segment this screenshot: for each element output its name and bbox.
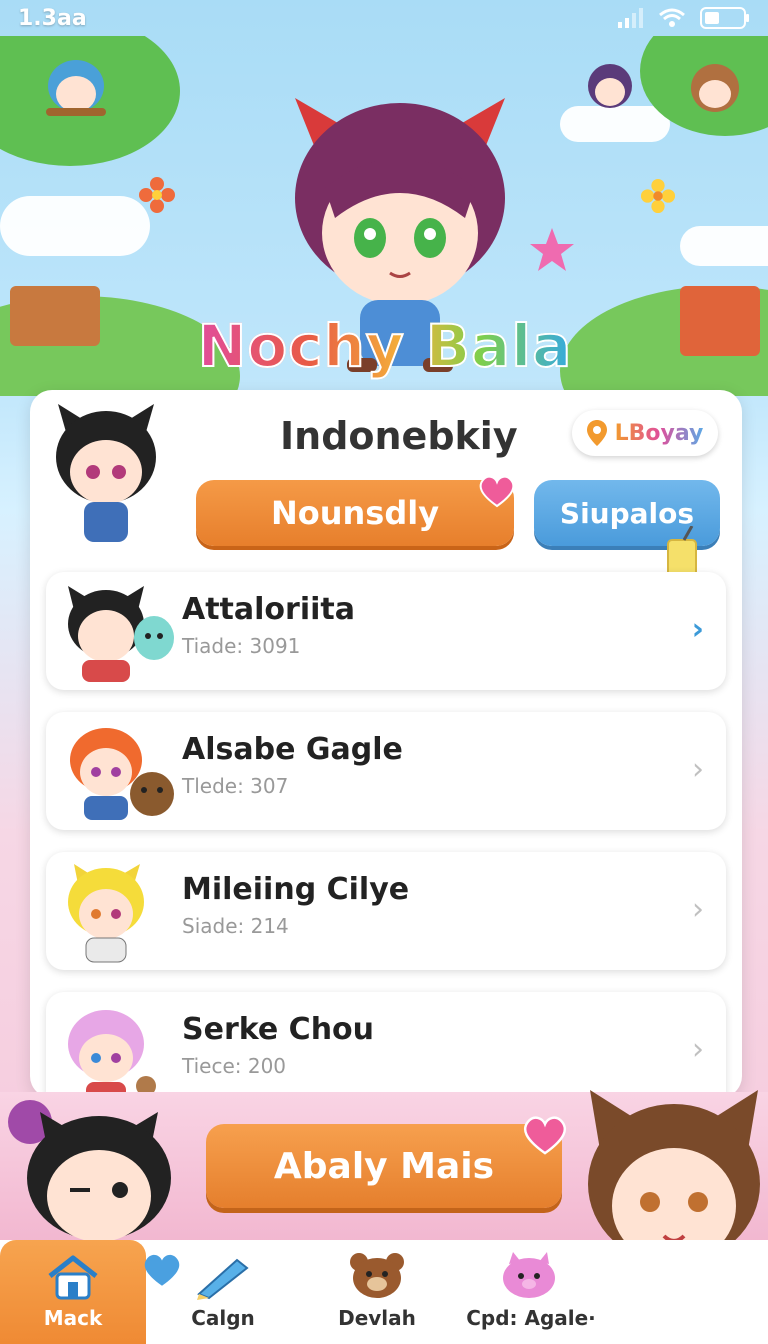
avatar — [68, 586, 174, 682]
status-bar: 1.3aa — [0, 0, 768, 36]
nav-label: Devlah — [338, 1306, 416, 1330]
list-item-name: Serke Chou — [182, 1012, 375, 1047]
list-item-name: Mileiing Cilye — [182, 872, 410, 907]
card-header-character-avatar — [56, 404, 156, 542]
chibi-wink-character-icon — [8, 1100, 171, 1242]
heart-icon — [479, 475, 515, 508]
chevron-right-icon: › — [691, 612, 704, 647]
house-left — [10, 286, 100, 346]
house-right — [680, 286, 760, 356]
tab-primary-button[interactable]: Nounsdly — [196, 480, 514, 546]
avatar — [68, 864, 144, 963]
chibi-tree-character-icon — [46, 60, 106, 116]
app-title: Nochy Bala — [195, 311, 575, 381]
star-pink-icon — [530, 228, 574, 271]
nav-label: Cpd: Agale· — [466, 1306, 596, 1330]
signal-icon — [618, 8, 643, 28]
piggy-icon — [503, 1252, 555, 1298]
primary-action-button[interactable]: Abaly Mais — [206, 1124, 562, 1208]
chevron-right-icon: › — [692, 892, 704, 927]
battery-icon — [700, 7, 749, 29]
list-item-subtitle: Tiece: 200 — [182, 1054, 287, 1078]
wifi-icon — [659, 8, 685, 27]
list-item[interactable]: Mileiing Cilye Siade: 214 › — [46, 852, 726, 970]
avatar — [68, 1010, 156, 1098]
home-icon — [48, 1255, 98, 1300]
location-chip[interactable]: LBoyay — [572, 410, 718, 456]
list-item-name: Alsabe Gagle — [182, 732, 403, 767]
heart-icon — [524, 1116, 566, 1155]
flower-icon — [640, 178, 676, 214]
list-item-name: Attaloriita — [182, 592, 355, 627]
location-pin-icon — [586, 420, 607, 446]
location-label: LBoyay — [614, 420, 704, 446]
avatar — [70, 728, 174, 820]
card-header: Indonebkiy LBoyay Nounsdly Siupalos — [30, 390, 742, 577]
status-time: 1.3aa — [18, 5, 87, 31]
chevron-right-icon: › — [692, 752, 704, 787]
bear-icon — [350, 1253, 404, 1298]
nav-label: Mack — [43, 1306, 103, 1330]
character-list: Attaloriita Tiade: 3091 › Alsabe Gagle T… — [46, 572, 726, 1098]
chibi-pair-icon — [588, 64, 739, 112]
pencil-icon — [197, 1258, 249, 1300]
heart-blue-icon — [144, 1254, 180, 1286]
nav-label: Calgn — [191, 1306, 255, 1330]
main-card: Indonebkiy LBoyay Nounsdly Siupalos Atta… — [30, 390, 742, 1098]
app-title-wrap: Nochy Bala — [195, 311, 575, 381]
list-item[interactable]: Attaloriita Tiade: 3091 › — [46, 572, 726, 690]
nav-item-devlah[interactable]: Devlah — [300, 1240, 454, 1344]
list-item-subtitle: Siade: 214 — [182, 914, 289, 938]
list-item[interactable]: Serke Chou Tiece: 200 › — [46, 992, 726, 1098]
bottom-nav: Mack Calgn Devlah Cpd: Agale· — [0, 1240, 768, 1344]
chevron-right-icon: › — [692, 1032, 704, 1067]
flower-icon — [139, 177, 175, 213]
list-item-subtitle: Tiade: 3091 — [182, 634, 301, 658]
nav-item-home[interactable]: Mack — [0, 1240, 146, 1344]
status-icons — [618, 7, 750, 29]
drink-cup-icon — [667, 526, 697, 577]
list-item-subtitle: Tlede: 307 — [182, 774, 289, 798]
card-title: Indonebkiy — [280, 414, 518, 458]
list-item[interactable]: Alsabe Gagle Tlede: 307 › — [46, 712, 726, 830]
nav-item-agale[interactable]: Cpd: Agale· — [454, 1240, 608, 1344]
